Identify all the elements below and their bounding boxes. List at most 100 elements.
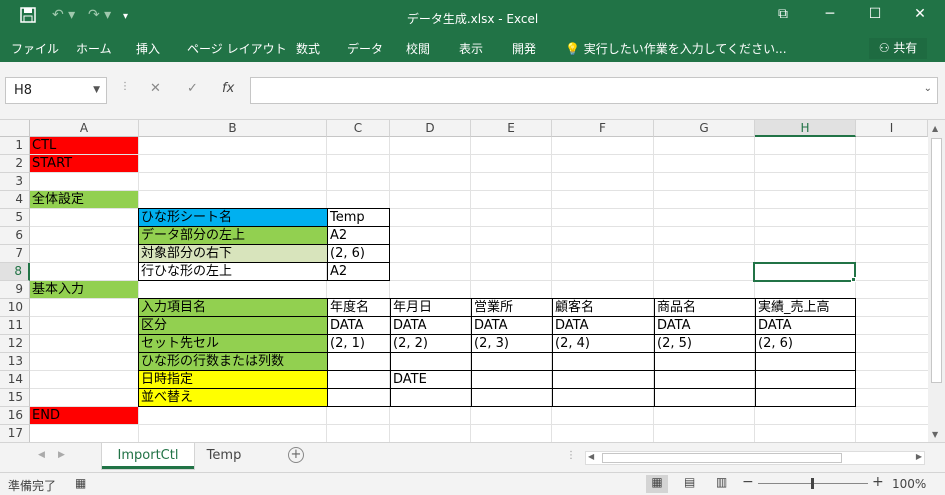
zoom-out-icon[interactable]: − bbox=[742, 474, 754, 490]
selected-cell-h8[interactable] bbox=[753, 262, 856, 282]
column-header-g[interactable]: G bbox=[654, 120, 755, 137]
row-header-2[interactable]: 2 bbox=[0, 155, 30, 173]
tab-insert[interactable]: 挿入 bbox=[136, 40, 160, 57]
cell-b15[interactable]: 並べ替え bbox=[138, 388, 328, 407]
row-header-13[interactable]: 13 bbox=[0, 353, 30, 371]
cell-f12[interactable]: (2, 4) bbox=[552, 334, 655, 353]
add-sheet-icon[interactable]: + bbox=[288, 447, 304, 463]
sheet-tab-importctl[interactable]: ImportCtl bbox=[102, 443, 194, 469]
cell-b8[interactable]: 行ひな形の左上 bbox=[138, 262, 328, 281]
cell-a16[interactable]: END bbox=[30, 407, 139, 425]
tab-review[interactable]: 校閲 bbox=[406, 40, 430, 57]
cell-g11[interactable]: DATA bbox=[654, 316, 756, 335]
zoom-slider-thumb[interactable] bbox=[811, 478, 814, 489]
scroll-left-icon[interactable]: ◀ bbox=[588, 452, 594, 461]
row-header-12[interactable]: 12 bbox=[0, 335, 30, 353]
scroll-tabs-left-icon[interactable]: ◀ bbox=[38, 450, 45, 460]
scroll-right-icon[interactable]: ▶ bbox=[916, 452, 922, 461]
cell-f13[interactable] bbox=[552, 352, 655, 371]
zoom-in-icon[interactable]: + bbox=[872, 474, 884, 490]
row-header-1[interactable]: 1 bbox=[0, 137, 30, 155]
share-button[interactable]: ⚇ 共有 bbox=[869, 38, 927, 59]
cell-c5[interactable]: Temp bbox=[327, 208, 390, 227]
cell-e10[interactable]: 営業所 bbox=[471, 298, 553, 317]
tab-developer[interactable]: 開発 bbox=[512, 40, 536, 57]
tab-data[interactable]: データ bbox=[347, 40, 383, 57]
expand-formula-icon[interactable]: ⌄ bbox=[924, 83, 932, 94]
row-header-8[interactable]: 8 bbox=[0, 263, 30, 281]
cell-b6[interactable]: データ部分の左上 bbox=[138, 226, 328, 245]
cell-g12[interactable]: (2, 5) bbox=[654, 334, 756, 353]
column-header-b[interactable]: B bbox=[139, 120, 327, 137]
scroll-up-icon[interactable]: ▲ bbox=[932, 124, 938, 133]
cell-c14[interactable] bbox=[327, 370, 391, 389]
row-header-5[interactable]: 5 bbox=[0, 209, 30, 227]
sheet-tab-temp[interactable]: Temp bbox=[194, 443, 254, 469]
column-header-f[interactable]: F bbox=[552, 120, 654, 137]
cell-d14[interactable]: DATE bbox=[390, 370, 472, 389]
row-header-15[interactable]: 15 bbox=[0, 389, 30, 407]
row-header-14[interactable]: 14 bbox=[0, 371, 30, 389]
tab-home[interactable]: ホーム bbox=[76, 40, 112, 57]
cell-b12[interactable]: セット先セル bbox=[138, 334, 328, 353]
column-header-c[interactable]: C bbox=[327, 120, 390, 137]
cell-f11[interactable]: DATA bbox=[552, 316, 655, 335]
select-all-corner[interactable] bbox=[0, 120, 30, 137]
formula-input[interactable]: ⌄ bbox=[250, 77, 938, 104]
row-header-17[interactable]: 17 bbox=[0, 425, 30, 442]
page-break-view-icon[interactable]: ▥ bbox=[716, 475, 727, 489]
cell-b10[interactable]: 入力項目名 bbox=[138, 298, 328, 317]
name-box[interactable]: H8 ▼ bbox=[5, 77, 107, 104]
cell-c10[interactable]: 年度名 bbox=[327, 298, 391, 317]
cell-h11[interactable]: DATA bbox=[755, 316, 856, 335]
insert-function-icon[interactable]: fx bbox=[222, 81, 234, 96]
row-header-6[interactable]: 6 bbox=[0, 227, 30, 245]
horizontal-scroll-thumb[interactable] bbox=[602, 453, 842, 463]
scroll-tabs-right-icon[interactable]: ▶ bbox=[58, 450, 65, 460]
cell-e13[interactable] bbox=[471, 352, 553, 371]
macro-record-icon[interactable]: ▦ bbox=[75, 476, 86, 490]
tab-page-layout[interactable]: ページ レイアウト bbox=[187, 40, 287, 57]
cell-d13[interactable] bbox=[390, 352, 472, 371]
cell-d11[interactable]: DATA bbox=[390, 316, 472, 335]
cell-b5[interactable]: ひな形シート名 bbox=[138, 208, 328, 227]
close-button[interactable]: ✕ bbox=[905, 6, 935, 22]
cell-h13[interactable] bbox=[755, 352, 856, 371]
cell-g13[interactable] bbox=[654, 352, 756, 371]
cell-c6[interactable]: A2 bbox=[327, 226, 390, 245]
cell-c7[interactable]: (2, 6) bbox=[327, 244, 390, 263]
cell-a1[interactable]: CTL bbox=[30, 137, 139, 155]
row-header-16[interactable]: 16 bbox=[0, 407, 30, 425]
cell-d12[interactable]: (2, 2) bbox=[390, 334, 472, 353]
enter-icon[interactable]: ✓ bbox=[187, 81, 198, 96]
row-header-4[interactable]: 4 bbox=[0, 191, 30, 209]
cell-h10[interactable]: 実績_売上高 bbox=[755, 298, 856, 317]
horizontal-scrollbar[interactable]: ◀ ▶ bbox=[585, 451, 925, 465]
cell-g15[interactable] bbox=[654, 388, 756, 407]
cell-e11[interactable]: DATA bbox=[471, 316, 553, 335]
cell-c15[interactable] bbox=[327, 388, 391, 407]
maximize-button[interactable]: ☐ bbox=[860, 6, 890, 22]
column-header-a[interactable]: A bbox=[30, 120, 139, 137]
cell-f14[interactable] bbox=[552, 370, 655, 389]
row-header-11[interactable]: 11 bbox=[0, 317, 30, 335]
row-header-7[interactable]: 7 bbox=[0, 245, 30, 263]
zoom-level[interactable]: 100% bbox=[892, 477, 926, 491]
cell-e15[interactable] bbox=[471, 388, 553, 407]
cell-d10[interactable]: 年月日 bbox=[390, 298, 472, 317]
cell-a2[interactable]: START bbox=[30, 155, 139, 173]
tab-formulas[interactable]: 数式 bbox=[296, 40, 320, 57]
row-header-9[interactable]: 9 bbox=[0, 281, 30, 299]
cell-c11[interactable]: DATA bbox=[327, 316, 391, 335]
worksheet-grid[interactable]: A B C D E F G H I 1 2 3 4 5 6 7 8 9 10 1… bbox=[0, 120, 928, 442]
cell-g10[interactable]: 商品名 bbox=[654, 298, 756, 317]
ribbon-display-options-icon[interactable]: ⧉ bbox=[768, 6, 798, 22]
column-header-e[interactable]: E bbox=[471, 120, 552, 137]
cell-b13[interactable]: ひな形の行数または列数 bbox=[138, 352, 328, 371]
page-layout-view-icon[interactable]: ▤ bbox=[684, 475, 695, 489]
column-header-i[interactable]: I bbox=[856, 120, 928, 137]
column-header-d[interactable]: D bbox=[390, 120, 471, 137]
tell-me-search[interactable]: 💡 実行したい作業を入力してください... bbox=[565, 40, 787, 57]
cancel-icon[interactable]: ✕ bbox=[150, 81, 161, 96]
tab-view[interactable]: 表示 bbox=[459, 40, 483, 57]
